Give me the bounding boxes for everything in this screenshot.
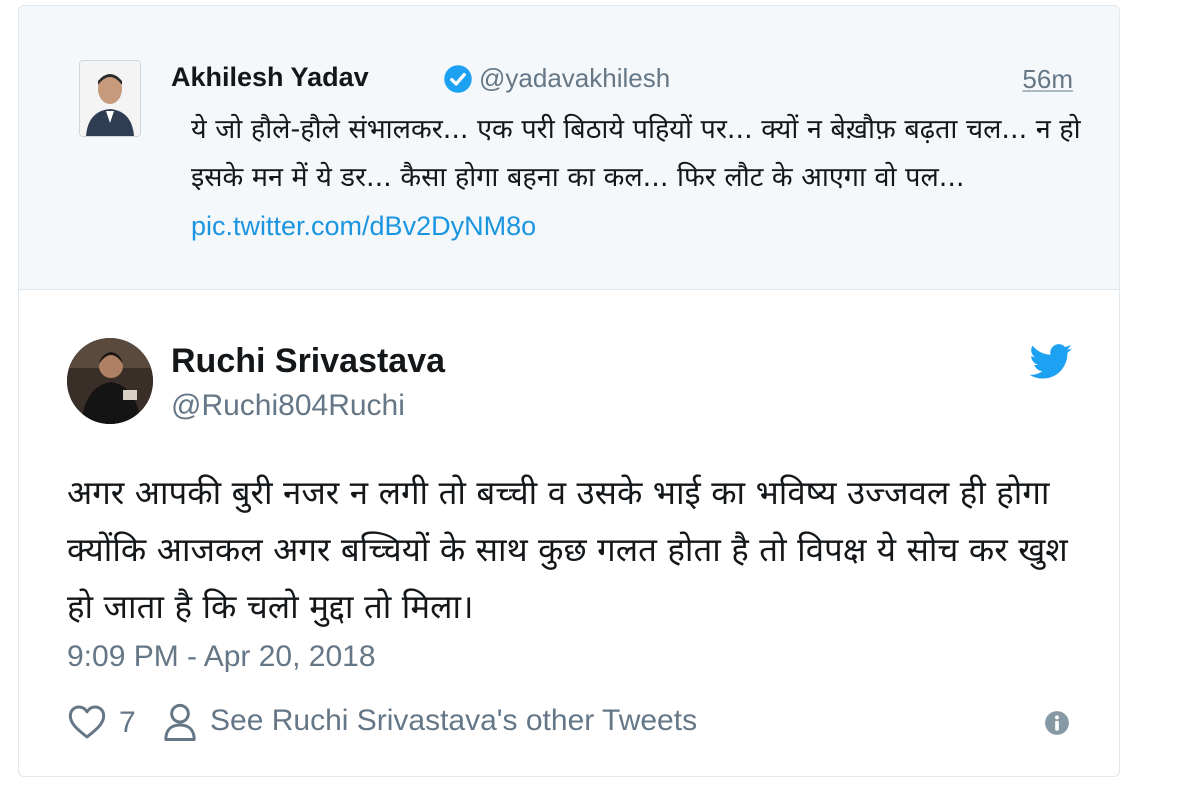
info-icon[interactable] xyxy=(1044,710,1070,736)
author-name[interactable]: Ruchi Srivastava xyxy=(171,342,445,381)
quoted-tweet-body: ये जो हौले-हौले संभालकर... एक परी बिठाये… xyxy=(191,114,1081,193)
heart-icon xyxy=(68,705,106,739)
tweet-actions: 7 See Ruchi Srivastava's other Tweets xyxy=(67,700,1087,742)
quoted-tweet-link[interactable]: pic.twitter.com/dBv2DyNM8o xyxy=(191,211,536,241)
twitter-bird-icon[interactable] xyxy=(1029,344,1073,380)
tweet-datetime[interactable]: 9:09 PM - Apr 20, 2018 xyxy=(67,640,376,674)
see-other-tweets-link[interactable]: See Ruchi Srivastava's other Tweets xyxy=(210,704,697,738)
person-icon[interactable] xyxy=(163,702,197,742)
quoted-tweet-text: ये जो हौले-हौले संभालकर... एक परी बिठाये… xyxy=(191,106,1091,251)
author-handle[interactable]: @Ruchi804Ruchi xyxy=(171,389,405,423)
quoted-author-name[interactable]: Akhilesh Yadav xyxy=(171,62,369,93)
like-count: 7 xyxy=(119,706,136,739)
quoted-tweet[interactable]: Akhilesh Yadav @yadavakhilesh 56m ये जो … xyxy=(19,6,1119,290)
quoted-author-avatar[interactable] xyxy=(79,60,141,137)
embedded-tweet-card: Akhilesh Yadav @yadavakhilesh 56m ये जो … xyxy=(18,5,1120,777)
quoted-author-handle[interactable]: @yadavakhilesh xyxy=(479,63,670,94)
tweet-text: अगर आपकी बुरी नजर न लगी तो बच्ची व उसके … xyxy=(67,473,1068,626)
verified-badge-icon xyxy=(444,65,472,93)
author-avatar[interactable] xyxy=(67,338,153,424)
quoted-tweet-time[interactable]: 56m xyxy=(1022,64,1073,95)
